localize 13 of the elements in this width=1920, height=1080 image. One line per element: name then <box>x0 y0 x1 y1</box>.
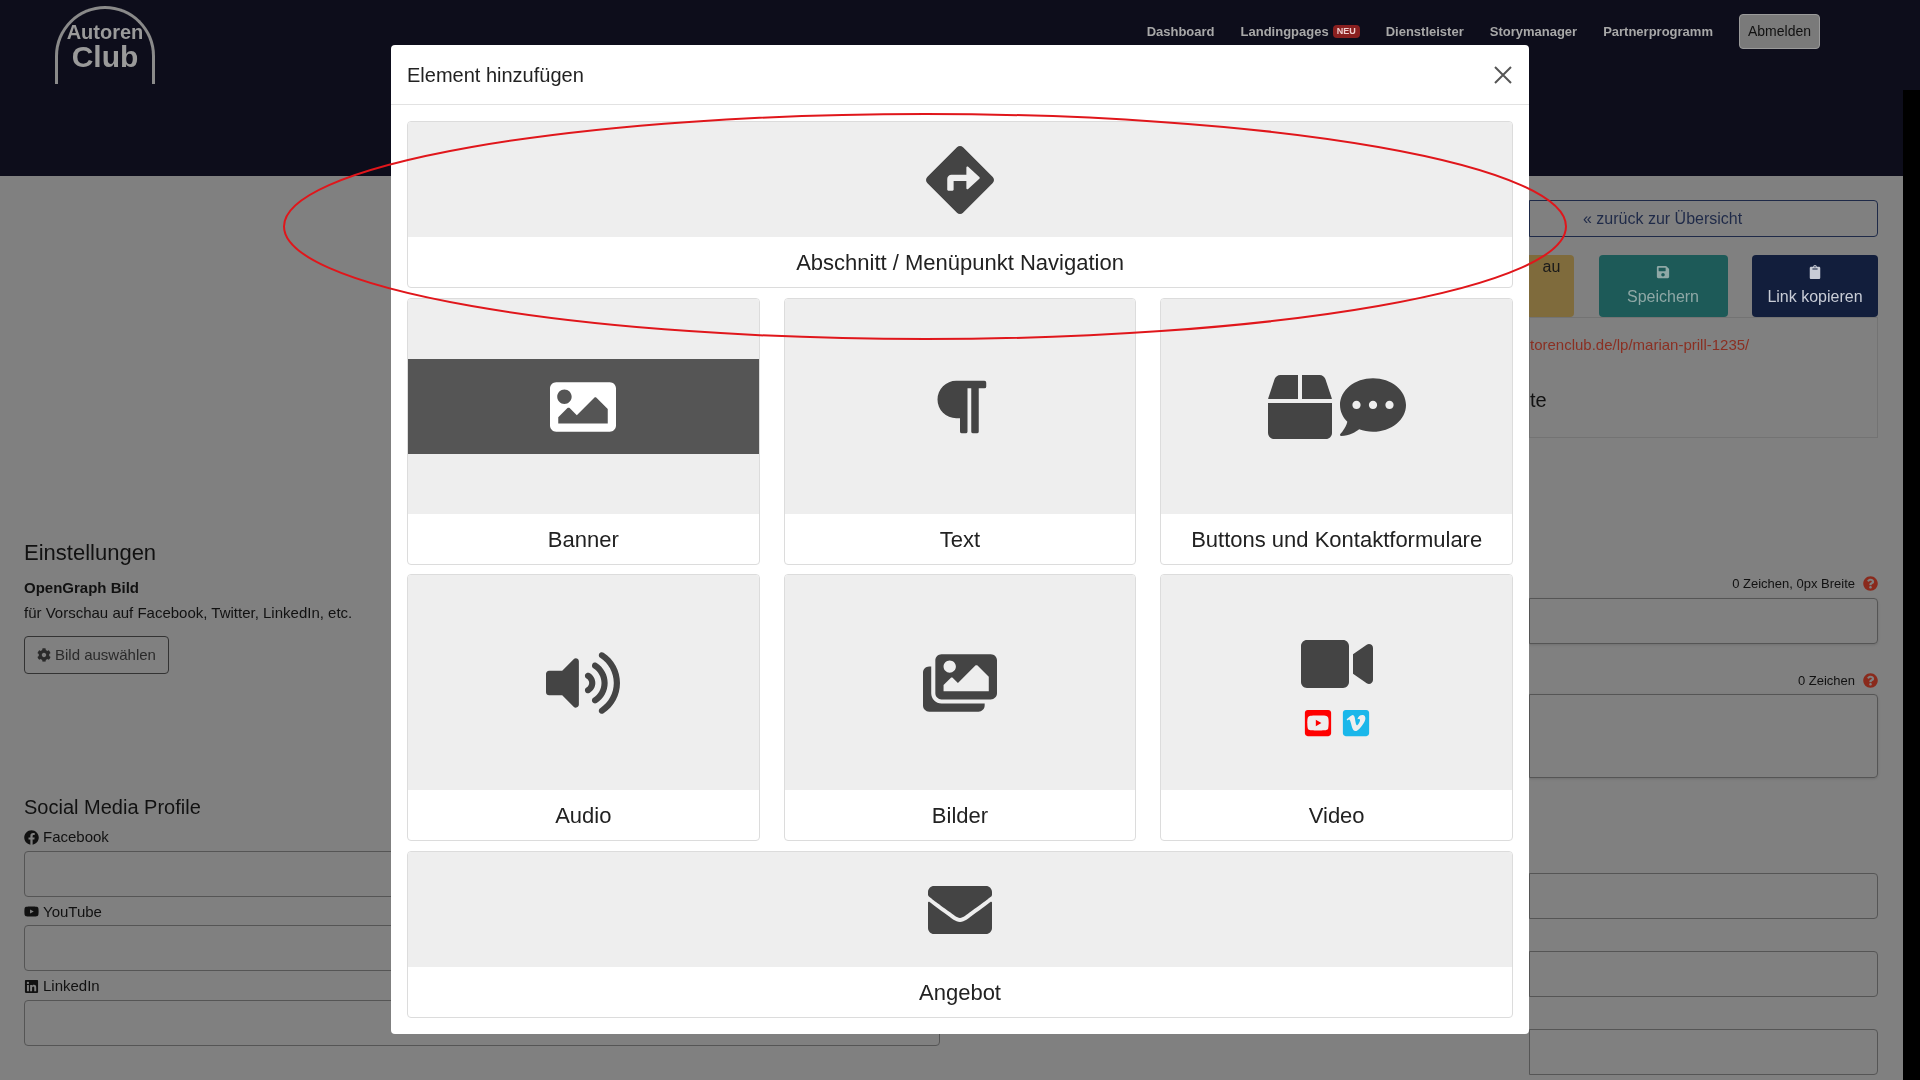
modal-title: Element hinzufügen <box>407 62 584 88</box>
section-heading: Social Media Profile <box>24 795 201 820</box>
section-heading: Einstellungen <box>24 539 157 567</box>
character-counter: 0 Zeichen <box>1797 671 1855 690</box>
field-label: YouTube <box>43 901 102 922</box>
page-url: torenclub.de/lp/marian-prill-1235/ <box>1530 335 1751 355</box>
info-text: te <box>1530 387 1548 413</box>
field-label: Facebook <box>43 827 109 847</box>
hint-text: für Vorschau auf Facebook, Twitter, LinkedIn, etc. <box>24 602 354 623</box>
field-label: LinkedIn <box>43 976 100 996</box>
character-counter: 0 Zeichen, 0px Breite <box>1732 575 1855 593</box>
new-badge: NEU <box>1332 24 1360 39</box>
field-label: OpenGraph Bild <box>24 578 140 598</box>
